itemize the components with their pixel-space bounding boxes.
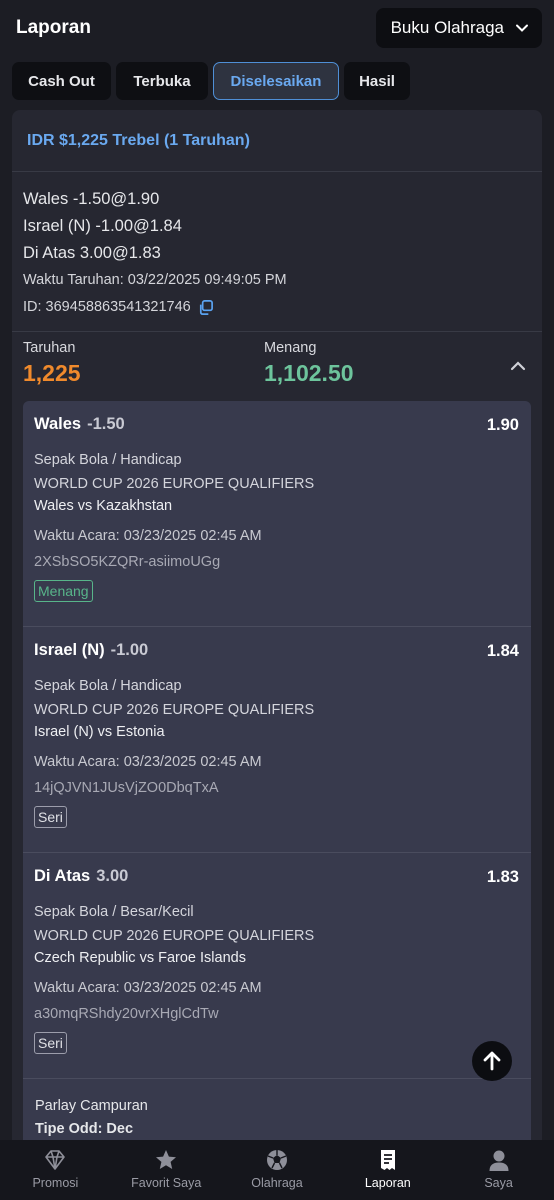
tab-cash-out[interactable]: Cash Out: [12, 62, 111, 100]
stake-label: Taruhan: [23, 340, 76, 356]
leg-code: a30mqRShdy20vrXHglCdTw: [34, 1006, 219, 1022]
chevron-down-icon: [516, 24, 528, 32]
diamond-icon: [45, 1150, 66, 1170]
bet-title: IDR $1,225 Trebel (1 Taruhan): [27, 131, 250, 149]
tab-hasil[interactable]: Hasil: [344, 62, 410, 100]
leg-code: 14jQJVN1JUsVjZO0DbqTxA: [34, 780, 219, 796]
nav-item-promosi[interactable]: Promosi: [0, 1140, 111, 1200]
nav-item-olahraga[interactable]: Olahraga: [222, 1140, 333, 1200]
receipt-icon: [380, 1150, 395, 1170]
bet-id: ID: 369458863541321746: [23, 299, 191, 315]
leg-odds: 1.83: [486, 868, 519, 886]
arrow-up-icon: [483, 1051, 501, 1071]
summary-leg: Wales -1.50@1.90: [23, 190, 160, 208]
bottom-nav: Promosi Favorit Saya Olahraga Laporan Sa…: [0, 1140, 554, 1200]
leg-item: Wales -1.50 1.90 Sepak Bola / Handicap WO…: [23, 401, 531, 627]
summary-leg: Di Atas 3.00@1.83: [23, 244, 161, 262]
leg-handicap: 3.00: [96, 867, 129, 885]
leg-code: 2XSbSO5KZQRr-asiimoUGg: [34, 554, 221, 570]
nav-item-saya[interactable]: Saya: [443, 1140, 554, 1200]
result-badge: Menang: [34, 580, 93, 602]
chevron-up-icon[interactable]: [508, 356, 528, 376]
summary-leg: Israel (N) -1.00@1.84: [23, 217, 182, 235]
leg-league: WORLD CUP 2026 EUROPE QUALIFIERS: [34, 928, 315, 944]
star-icon: [156, 1150, 177, 1169]
win-block: Menang 1,102.50: [264, 340, 354, 387]
nav-label: Favorit Saya: [131, 1176, 202, 1190]
scroll-to-top-button[interactable]: [472, 1041, 512, 1081]
nav-item-laporan[interactable]: Laporan: [332, 1140, 443, 1200]
copy-icon[interactable]: [197, 299, 214, 316]
bet-card-header: IDR $1,225 Trebel (1 Taruhan): [12, 110, 542, 172]
tab-terbuka[interactable]: Terbuka: [116, 62, 208, 100]
leg-odds: 1.84: [486, 642, 519, 660]
nav-label: Olahraga: [251, 1176, 303, 1190]
leg-league: WORLD CUP 2026 EUROPE QUALIFIERS: [34, 702, 315, 718]
bet-card: IDR $1,225 Trebel (1 Taruhan) Wales -1.5…: [12, 110, 542, 1140]
report-tabs: Cash Out Terbuka Diselesaikan Hasil: [0, 56, 554, 104]
leg-event-time: Waktu Acara: 03/23/2025 02:45 AM: [34, 528, 262, 544]
nav-label: Promosi: [32, 1176, 79, 1190]
leg-event-time: Waktu Acara: 03/23/2025 02:45 AM: [34, 980, 262, 996]
parlay-info: Parlay Campuran Tipe Odd: Dec: [23, 1079, 531, 1140]
nav-label: Laporan: [364, 1176, 411, 1190]
tab-diselesaikan[interactable]: Diselesaikan: [213, 62, 339, 100]
leg-match: Wales vs Kazakhstan: [34, 498, 173, 514]
leg-details: Wales -1.50 1.90 Sepak Bola / Handicap WO…: [23, 401, 531, 1140]
page-title: Laporan: [16, 17, 91, 38]
leg-sport: Sepak Bola / Handicap: [34, 678, 182, 694]
stake-value: 1,225: [23, 360, 81, 386]
stake-block: Taruhan 1,225: [23, 340, 81, 387]
parlay-type: Parlay Campuran: [35, 1098, 148, 1114]
leg-sport: Sepak Bola / Handicap: [34, 452, 182, 468]
result-badge: Seri: [34, 806, 67, 828]
app-header: Laporan Buku Olahraga: [0, 0, 554, 56]
dropdown-label: Buku Olahraga: [390, 18, 504, 37]
result-badge: Seri: [34, 1032, 67, 1054]
bet-time: Waktu Taruhan: 03/22/2025 09:49:05 PM: [23, 272, 287, 288]
leg-event-time: Waktu Acara: 03/23/2025 02:45 AM: [34, 754, 262, 770]
leg-handicap: -1.50: [87, 415, 125, 433]
leg-item: Di Atas 3.00 1.83 Sepak Bola / Besar/Keci…: [23, 853, 531, 1079]
leg-sport: Sepak Bola / Besar/Kecil: [34, 904, 194, 920]
leg-item: Israel (N) -1.00 1.84 Sepak Bola / Handic…: [23, 627, 531, 853]
stake-row: Taruhan 1,225 Menang 1,102.50: [12, 332, 542, 402]
leg-handicap: -1.00: [110, 641, 149, 659]
soccer-ball-icon: [266, 1150, 287, 1170]
leg-name: Wales: [34, 415, 82, 433]
leg-name: Di Atas: [34, 867, 91, 885]
sportsbook-dropdown[interactable]: Buku Olahraga: [375, 8, 542, 48]
leg-name: Israel (N): [34, 641, 105, 659]
leg-match: Israel (N) vs Estonia: [34, 724, 165, 740]
win-label: Menang: [264, 340, 317, 356]
leg-match: Czech Republic vs Faroe Islands: [34, 950, 246, 966]
nav-item-favorit[interactable]: Favorit Saya: [111, 1140, 222, 1200]
bet-id-row: ID: 369458863541321746: [23, 294, 542, 321]
leg-odds: 1.90: [486, 416, 519, 434]
nav-label: Saya: [484, 1176, 513, 1190]
bet-summary: Wales -1.50@1.90 Israel (N) -1.00@1.84 D…: [12, 172, 542, 332]
user-icon: [489, 1150, 509, 1171]
odds-type: Tipe Odd: Dec: [35, 1121, 134, 1137]
win-value: 1,102.50: [264, 360, 354, 386]
leg-league: WORLD CUP 2026 EUROPE QUALIFIERS: [34, 476, 315, 492]
